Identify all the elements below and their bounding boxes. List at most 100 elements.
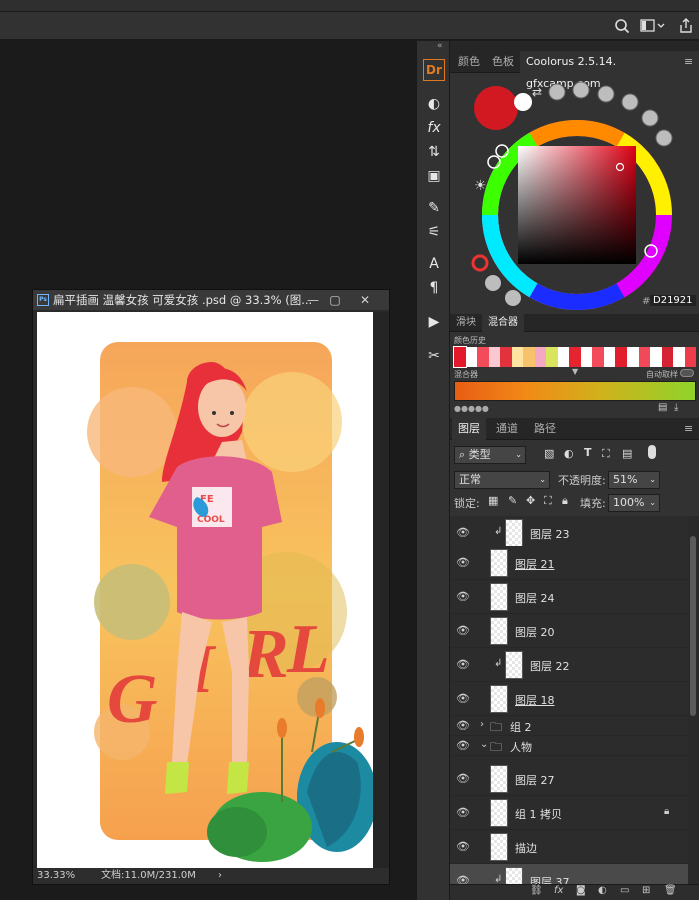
- chevron-right-icon[interactable]: ›: [480, 719, 484, 730]
- new-group-icon[interactable]: ▭: [620, 885, 629, 896]
- brush-icon[interactable]: ✎: [423, 197, 445, 219]
- close-button[interactable]: ✕: [353, 290, 377, 310]
- mixer-save-icon[interactable]: ⤓: [674, 402, 678, 413]
- visibility-eye-icon[interactable]: 👁︎: [456, 807, 470, 819]
- history-swatch[interactable]: [511, 347, 524, 367]
- layer-filter-select[interactable]: ⌕ 类型 ⌄: [454, 446, 526, 464]
- swap-colors-icon[interactable]: ⇄: [532, 85, 542, 99]
- filter-smart-icon[interactable]: ▤: [622, 447, 632, 460]
- history-swatch[interactable]: [569, 347, 581, 367]
- lock-paint-icon[interactable]: ✎: [508, 494, 517, 507]
- auto-sample-toggle[interactable]: [680, 369, 694, 377]
- dr-plugin-icon[interactable]: Dr: [423, 59, 445, 81]
- maximize-button[interactable]: ▢: [323, 290, 347, 310]
- paragraph-icon[interactable]: ¶: [423, 277, 445, 299]
- new-layer-icon[interactable]: ⊞: [642, 885, 650, 896]
- filter-toggle-icon[interactable]: [648, 445, 656, 459]
- play-actions-icon[interactable]: ▶: [423, 311, 445, 333]
- panel-menu-icon[interactable]: ≡: [684, 55, 693, 68]
- tools-preset-icon[interactable]: ✂: [423, 345, 445, 367]
- layer-row[interactable]: 👁︎ 图层 24: [450, 580, 688, 614]
- history-swatch[interactable]: [638, 347, 651, 367]
- color-history-strip[interactable]: [453, 346, 697, 368]
- layer-row[interactable]: 👁︎ ↲ 图层 23: [450, 516, 688, 550]
- filter-pixel-icon[interactable]: ▧: [544, 447, 554, 460]
- layer-row[interactable]: 👁︎ 图层 18: [450, 682, 688, 716]
- layer-row[interactable]: 👁︎ 图层 20: [450, 614, 688, 648]
- opacity-input[interactable]: 51% ⌄: [608, 471, 660, 489]
- layer-row[interactable]: 👁︎ 图层 21: [450, 546, 688, 580]
- visibility-eye-icon[interactable]: 👁︎: [456, 659, 470, 671]
- history-swatch[interactable]: [523, 347, 535, 367]
- history-swatch[interactable]: [626, 347, 639, 367]
- tab-sliders[interactable]: 滑块: [450, 314, 482, 332]
- tab-mixer[interactable]: 混合器: [482, 314, 524, 332]
- visibility-eye-icon[interactable]: 👁︎: [456, 841, 470, 853]
- visibility-eye-icon[interactable]: 👁︎: [456, 557, 470, 569]
- visibility-eye-icon[interactable]: 👁︎: [456, 875, 470, 885]
- adjustments-icon[interactable]: ◐: [423, 93, 445, 115]
- harmony-wheel-icon[interactable]: [471, 254, 489, 272]
- link-layers-icon[interactable]: ⛓: [530, 885, 543, 896]
- blend-mode-select[interactable]: 正常 ⌄: [454, 471, 550, 489]
- 3d-cube-icon[interactable]: ▣: [423, 165, 445, 187]
- history-swatch[interactable]: [580, 347, 593, 367]
- tab-layers[interactable]: 图层: [452, 418, 486, 440]
- filter-adjust-icon[interactable]: ◐: [564, 447, 574, 460]
- history-swatch[interactable]: [534, 347, 547, 367]
- filter-shape-icon[interactable]: ⛶: [602, 447, 610, 461]
- tab-coolorus[interactable]: Coolorus 2.5.14. gfxcamp.com: [520, 51, 699, 90]
- layer-group-row[interactable]: 👁︎ ⌄ 🗀︎ 人物: [450, 736, 688, 756]
- delete-layer-icon[interactable]: 🗑︎: [664, 885, 677, 896]
- zoom-level[interactable]: 33.33%: [37, 868, 75, 884]
- lock-transparency-icon[interactable]: ▦: [488, 494, 498, 507]
- document-window[interactable]: Ps 扁平插画 温馨女孩 可爱女孩 .psd @ 33.3% (图... — ▢…: [32, 289, 390, 885]
- lock-artboard-icon[interactable]: ⛶: [544, 494, 552, 508]
- character-icon[interactable]: A: [423, 253, 445, 275]
- background-swatch[interactable]: [514, 93, 532, 111]
- document-vscroll[interactable]: [373, 312, 389, 868]
- visibility-eye-icon[interactable]: 👁︎: [456, 773, 470, 785]
- history-swatch[interactable]: [465, 347, 478, 367]
- visibility-eye-icon[interactable]: 👁︎: [456, 693, 470, 705]
- layer-row[interactable]: 👁︎ ↲ 图层 37: [450, 864, 688, 884]
- collapse-arrows-icon[interactable]: «: [437, 41, 443, 51]
- history-swatch[interactable]: [592, 347, 604, 367]
- fill-input[interactable]: 100% ⌄: [608, 494, 660, 512]
- history-swatch[interactable]: [546, 347, 558, 367]
- tab-swatches[interactable]: 色板: [486, 51, 520, 73]
- foreground-swatch[interactable]: [474, 86, 518, 130]
- layer-row[interactable]: 👁︎ 组 1 拷贝 🔒︎: [450, 796, 688, 830]
- history-swatch[interactable]: [557, 347, 570, 367]
- tab-channels[interactable]: 通道: [490, 418, 524, 440]
- lock-all-icon[interactable]: 🔒︎: [562, 494, 568, 508]
- history-swatch[interactable]: [615, 347, 627, 367]
- layer-row[interactable]: 👁︎ 图层 27: [450, 762, 688, 796]
- history-swatch[interactable]: [453, 346, 467, 368]
- mode-right-icon[interactable]: [505, 290, 521, 306]
- tab-color[interactable]: 颜色: [452, 51, 486, 73]
- history-swatch[interactable]: [477, 347, 489, 367]
- filter-type-icon[interactable]: T: [584, 446, 592, 459]
- status-menu-arrow[interactable]: ›: [218, 868, 222, 884]
- fx-style-icon[interactable]: fx: [554, 885, 563, 896]
- add-mask-icon[interactable]: ◙: [576, 885, 586, 896]
- hex-value[interactable]: D21921: [650, 295, 696, 306]
- mixer-swatch-dots[interactable]: ●●●●●: [454, 404, 489, 413]
- mixer-gradient[interactable]: [454, 381, 696, 401]
- coolorus-panel[interactable]: ⇄ ☀ # D21921: [450, 74, 699, 314]
- visibility-eye-icon[interactable]: 👁︎: [456, 591, 470, 603]
- visibility-eye-icon[interactable]: 👁︎: [456, 720, 470, 732]
- history-swatch[interactable]: [603, 347, 616, 367]
- artwork-canvas[interactable]: G I R L FE COOL: [37, 312, 373, 870]
- history-swatch[interactable]: [488, 347, 501, 367]
- history-swatch[interactable]: [684, 347, 697, 367]
- visibility-eye-icon[interactable]: 👁︎: [456, 740, 470, 752]
- history-swatch[interactable]: [661, 347, 674, 367]
- fx-icon[interactable]: fx: [423, 117, 445, 139]
- visibility-eye-icon[interactable]: 👁︎: [456, 527, 470, 539]
- brush-settings-icon[interactable]: ⚟: [423, 221, 445, 243]
- minimize-button[interactable]: —: [301, 290, 325, 310]
- layers-scrollbar[interactable]: [688, 516, 699, 884]
- layers-menu-icon[interactable]: ≡: [684, 422, 693, 435]
